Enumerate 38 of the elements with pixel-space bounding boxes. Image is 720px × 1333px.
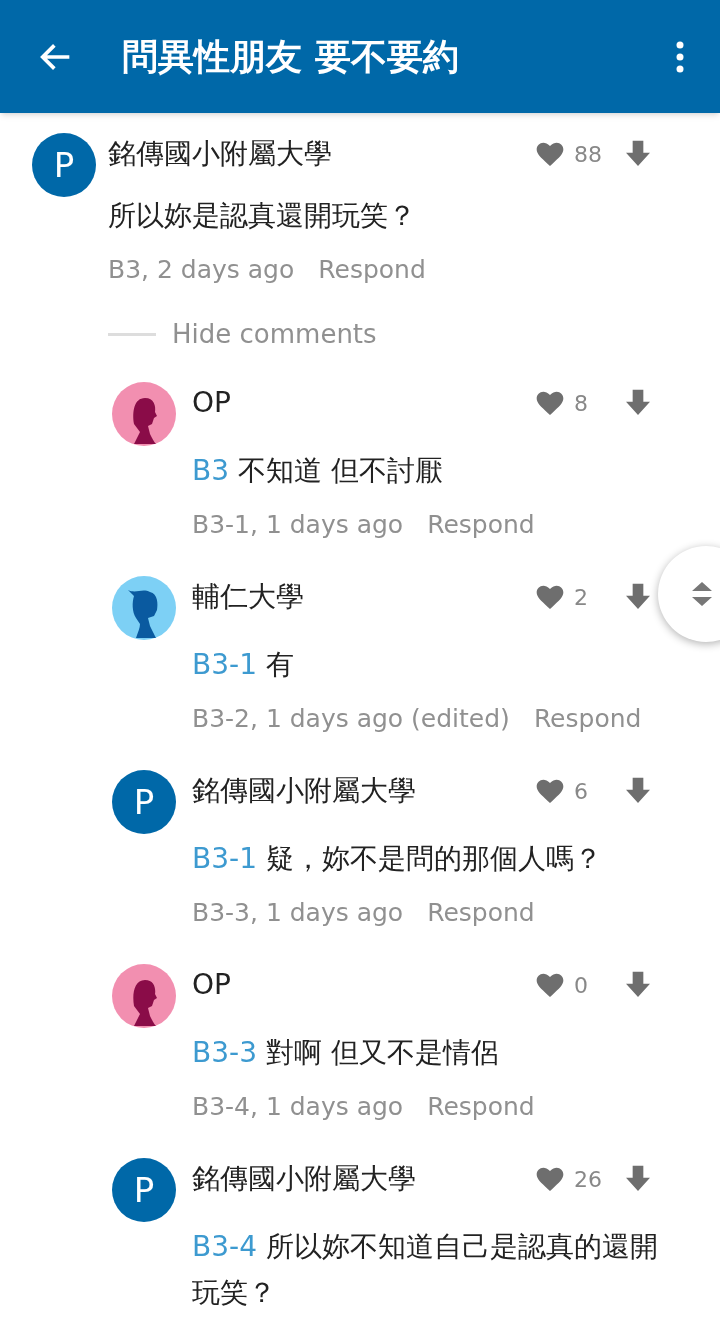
author-name: 銘傳國小附屬大學: [108, 136, 332, 172]
female-avatar-icon: [112, 964, 176, 1028]
reply-text: B3 不知道 但不討厭: [192, 453, 444, 489]
respond-link[interactable]: Respond: [427, 510, 535, 540]
author-name: 銘傳國小附屬大學: [192, 773, 416, 809]
author-name: 銘傳國小附屬大學: [192, 1161, 416, 1197]
reply-text: B3-3 對啊 但又不是情侶: [192, 1035, 500, 1071]
avatar-letter: P: [112, 770, 176, 834]
hide-comments-toggle[interactable]: Hide comments: [108, 315, 377, 354]
like-count: 2: [574, 583, 589, 612]
reply-text: B3-1 疑，妳不是問的那個人嗎？: [192, 841, 603, 877]
like-count: 26: [574, 1165, 603, 1194]
avatar-letter: P: [32, 133, 96, 197]
author-name: 輔仁大學: [192, 579, 304, 615]
comment-meta: B3-3, 1 days ago: [192, 898, 404, 928]
comment-meta: B3, 2 days ago: [108, 255, 295, 285]
female-avatar-icon: [112, 382, 176, 446]
thread-title: 問異性朋友 要不要約: [122, 34, 460, 79]
like-count: 0: [574, 971, 589, 1000]
comment-meta: B3-1, 1 days ago: [192, 510, 404, 540]
author-name: OP: [192, 385, 231, 421]
up-down-arrows-icon: [690, 580, 714, 608]
respond-link[interactable]: Respond: [427, 1092, 535, 1122]
respond-link[interactable]: Respond: [427, 898, 535, 928]
reply-text: B3-4 所以妳不知道自己是認真的還開玩笑？: [192, 1229, 659, 1311]
respond-link[interactable]: Respond: [318, 255, 426, 285]
comment-meta: B3-4, 1 days ago: [192, 1092, 404, 1122]
author-name: OP: [192, 967, 231, 1003]
comment-meta: B3-2, 1 days ago (edited): [192, 704, 510, 734]
respond-link[interactable]: Respond: [533, 704, 642, 734]
comment-text: 所以妳是認真還開玩笑？: [108, 199, 417, 233]
like-count: 88: [574, 140, 603, 169]
more-options-icon[interactable]: [676, 40, 684, 73]
male-avatar-icon: [112, 576, 176, 640]
avatar-letter: P: [112, 1158, 176, 1222]
like-count: 6: [574, 777, 589, 806]
reply-text: B3-1 有: [192, 647, 295, 683]
like-count: 8: [574, 389, 589, 418]
